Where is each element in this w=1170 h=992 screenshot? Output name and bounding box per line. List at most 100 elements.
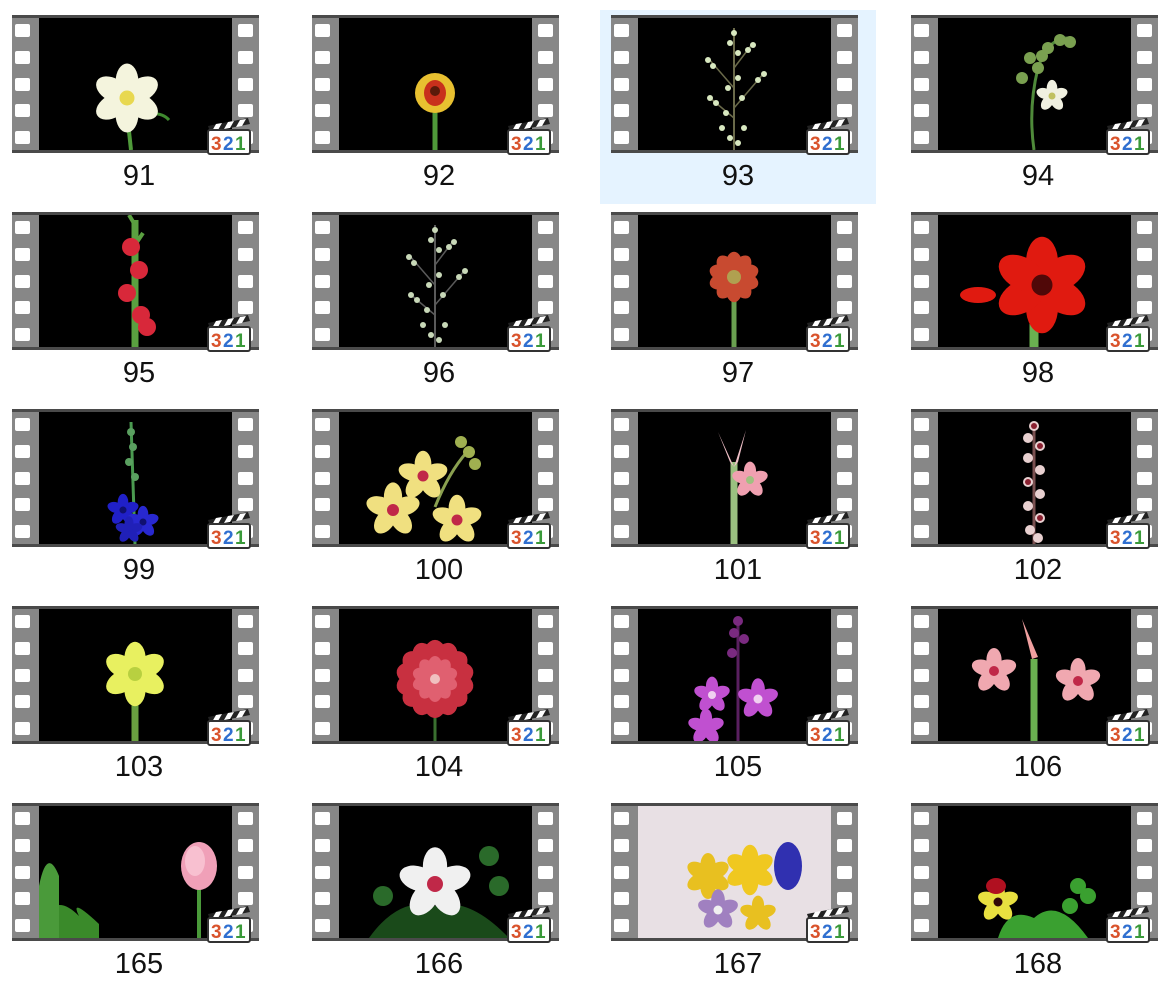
video-thumbnail[interactable]: 3 2 1 166 bbox=[301, 798, 577, 992]
file-name-label: 94 bbox=[1021, 160, 1055, 192]
svg-text:1: 1 bbox=[834, 725, 845, 746]
video-thumbnail[interactable]: 3 2 1 103 bbox=[1, 601, 277, 795]
video-thumbnail[interactable]: 3 2 1 168 bbox=[900, 798, 1170, 992]
svg-text:1: 1 bbox=[834, 528, 845, 549]
media-player-clapperboard-icon: 3 2 1 bbox=[504, 108, 553, 156]
svg-text:3: 3 bbox=[1110, 528, 1121, 549]
svg-text:1: 1 bbox=[535, 725, 546, 746]
svg-text:3: 3 bbox=[211, 134, 222, 155]
file-name-label: 92 bbox=[422, 160, 456, 192]
svg-text:2: 2 bbox=[523, 725, 534, 746]
svg-text:3: 3 bbox=[511, 134, 522, 155]
svg-text:3: 3 bbox=[511, 922, 522, 943]
svg-text:1: 1 bbox=[235, 134, 246, 155]
file-name-label: 166 bbox=[414, 948, 464, 980]
file-name-label: 102 bbox=[1013, 554, 1063, 586]
video-thumbnail[interactable]: 3 2 1 97 bbox=[600, 207, 876, 401]
file-name-label: 104 bbox=[414, 751, 464, 783]
media-player-clapperboard-icon: 3 2 1 bbox=[504, 305, 553, 353]
svg-text:3: 3 bbox=[810, 922, 821, 943]
svg-text:1: 1 bbox=[1134, 331, 1145, 352]
video-thumbnail[interactable]: 3 2 1 101 bbox=[600, 404, 876, 598]
file-name-label: 103 bbox=[114, 751, 164, 783]
media-player-clapperboard-icon: 3 2 1 bbox=[1103, 305, 1152, 353]
video-thumbnail[interactable]: 3 2 1 96 bbox=[301, 207, 577, 401]
media-player-clapperboard-icon: 3 2 1 bbox=[1103, 896, 1152, 944]
svg-text:3: 3 bbox=[810, 134, 821, 155]
media-player-clapperboard-icon: 3 2 1 bbox=[204, 305, 253, 353]
video-thumbnail[interactable]: 3 2 1 105 bbox=[600, 601, 876, 795]
svg-text:1: 1 bbox=[535, 528, 546, 549]
svg-text:2: 2 bbox=[523, 528, 534, 549]
svg-text:2: 2 bbox=[523, 922, 534, 943]
video-thumbnail[interactable]: 3 2 1 92 bbox=[301, 10, 577, 204]
media-player-clapperboard-icon: 3 2 1 bbox=[204, 699, 253, 747]
media-player-clapperboard-icon: 3 2 1 bbox=[803, 699, 852, 747]
svg-text:1: 1 bbox=[1134, 134, 1145, 155]
media-player-clapperboard-icon: 3 2 1 bbox=[504, 896, 553, 944]
media-player-clapperboard-icon: 3 2 1 bbox=[204, 108, 253, 156]
svg-text:3: 3 bbox=[511, 725, 522, 746]
video-thumbnail[interactable]: 3 2 1 100 bbox=[301, 404, 577, 598]
media-player-clapperboard-icon: 3 2 1 bbox=[204, 896, 253, 944]
svg-text:2: 2 bbox=[1122, 725, 1133, 746]
svg-text:3: 3 bbox=[211, 922, 222, 943]
svg-text:2: 2 bbox=[822, 134, 833, 155]
video-thumbnail[interactable]: 3 2 1 165 bbox=[1, 798, 277, 992]
svg-text:3: 3 bbox=[810, 528, 821, 549]
svg-text:1: 1 bbox=[1134, 922, 1145, 943]
svg-text:3: 3 bbox=[511, 528, 522, 549]
svg-text:2: 2 bbox=[822, 528, 833, 549]
video-thumbnail[interactable]: 3 2 1 106 bbox=[900, 601, 1170, 795]
media-player-clapperboard-icon: 3 2 1 bbox=[1103, 699, 1152, 747]
file-name-label: 101 bbox=[713, 554, 763, 586]
media-player-clapperboard-icon: 3 2 1 bbox=[504, 502, 553, 550]
svg-text:2: 2 bbox=[1122, 922, 1133, 943]
svg-text:1: 1 bbox=[1134, 528, 1145, 549]
file-name-label: 167 bbox=[713, 948, 763, 980]
video-thumbnail[interactable]: 3 2 1 98 bbox=[900, 207, 1170, 401]
svg-text:2: 2 bbox=[223, 528, 234, 549]
svg-text:3: 3 bbox=[211, 725, 222, 746]
svg-text:1: 1 bbox=[235, 331, 246, 352]
svg-text:1: 1 bbox=[535, 134, 546, 155]
svg-text:2: 2 bbox=[1122, 134, 1133, 155]
file-name-label: 99 bbox=[122, 554, 156, 586]
file-name-label: 96 bbox=[422, 357, 456, 389]
svg-text:3: 3 bbox=[1110, 331, 1121, 352]
media-player-clapperboard-icon: 3 2 1 bbox=[504, 699, 553, 747]
svg-text:1: 1 bbox=[235, 922, 246, 943]
svg-text:2: 2 bbox=[523, 331, 534, 352]
file-name-label: 91 bbox=[122, 160, 156, 192]
video-thumbnail[interactable]: 3 2 1 93 bbox=[600, 10, 876, 204]
svg-text:2: 2 bbox=[1122, 528, 1133, 549]
svg-text:2: 2 bbox=[822, 725, 833, 746]
svg-text:2: 2 bbox=[822, 922, 833, 943]
svg-text:3: 3 bbox=[1110, 134, 1121, 155]
svg-text:1: 1 bbox=[834, 922, 845, 943]
media-player-clapperboard-icon: 3 2 1 bbox=[803, 305, 852, 353]
svg-text:3: 3 bbox=[1110, 725, 1121, 746]
svg-text:1: 1 bbox=[535, 922, 546, 943]
video-thumbnail[interactable]: 3 2 1 94 bbox=[900, 10, 1170, 204]
svg-text:2: 2 bbox=[223, 331, 234, 352]
svg-text:3: 3 bbox=[810, 331, 821, 352]
video-thumbnail[interactable]: 3 2 1 99 bbox=[1, 404, 277, 598]
video-thumbnail[interactable]: 3 2 1 91 bbox=[1, 10, 277, 204]
svg-text:3: 3 bbox=[810, 725, 821, 746]
svg-text:1: 1 bbox=[235, 725, 246, 746]
video-thumbnail[interactable]: 3 2 1 95 bbox=[1, 207, 277, 401]
media-player-clapperboard-icon: 3 2 1 bbox=[1103, 108, 1152, 156]
video-thumbnail[interactable]: 3 2 1 167 bbox=[600, 798, 876, 992]
media-player-clapperboard-icon: 3 2 1 bbox=[803, 108, 852, 156]
video-thumbnail[interactable]: 3 2 1 102 bbox=[900, 404, 1170, 598]
svg-text:1: 1 bbox=[235, 528, 246, 549]
file-name-label: 168 bbox=[1013, 948, 1063, 980]
svg-text:2: 2 bbox=[223, 922, 234, 943]
file-name-label: 98 bbox=[1021, 357, 1055, 389]
svg-text:2: 2 bbox=[223, 134, 234, 155]
svg-text:2: 2 bbox=[822, 331, 833, 352]
file-name-label: 105 bbox=[713, 751, 763, 783]
svg-text:2: 2 bbox=[223, 725, 234, 746]
video-thumbnail[interactable]: 3 2 1 104 bbox=[301, 601, 577, 795]
